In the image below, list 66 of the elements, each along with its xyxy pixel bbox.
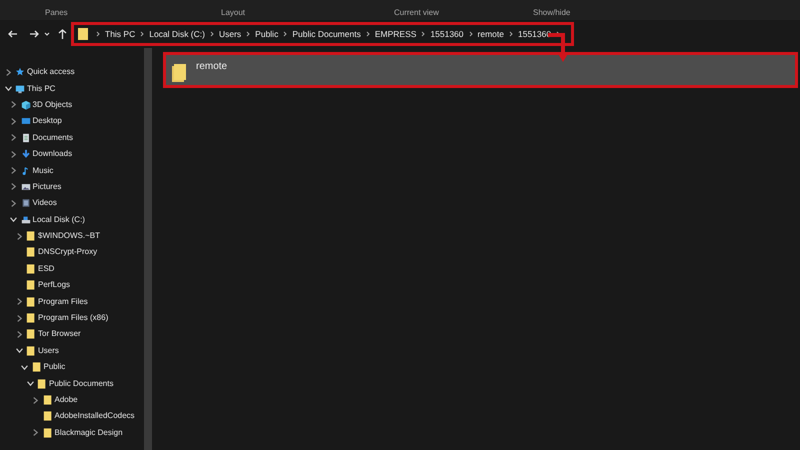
- video-icon: [20, 198, 30, 208]
- folder-icon: [26, 296, 36, 307]
- folder-icon: [26, 313, 36, 324]
- tree-item[interactable]: DNSCrypt-Proxy: [38, 246, 98, 258]
- forward-icon[interactable]: [29, 29, 39, 39]
- star-icon: [15, 67, 25, 78]
- download-icon: [20, 149, 30, 160]
- breadcrumb[interactable]: Users: [218, 28, 242, 40]
- folder-icon: [26, 247, 36, 258]
- folder-icon: [42, 428, 52, 438]
- document-icon: [20, 132, 30, 143]
- music-note-icon: [20, 166, 30, 176]
- tree-item[interactable]: Public Documents: [49, 378, 114, 390]
- tree-item[interactable]: Local Disk (C:): [32, 214, 85, 226]
- folder-icon: [26, 231, 36, 242]
- cube-icon: [20, 100, 30, 110]
- tree-item[interactable]: AdobeInstalledCodecs: [54, 410, 135, 422]
- tree-item[interactable]: Downloads: [32, 148, 72, 160]
- scrollbar[interactable]: [144, 48, 152, 450]
- folder-icon: [172, 62, 186, 82]
- back-icon[interactable]: [8, 29, 18, 39]
- tree-item[interactable]: Pictures: [32, 180, 62, 193]
- breadcrumb[interactable]: Public: [255, 28, 278, 40]
- tree-item[interactable]: Adobe: [54, 394, 78, 406]
- monitor-icon: [15, 84, 25, 94]
- breadcrumb[interactable]: Public Documents: [292, 28, 361, 40]
- folder-icon: [26, 346, 36, 356]
- tree-item[interactable]: ESD: [38, 262, 54, 275]
- file-item[interactable]: remote: [163, 52, 798, 88]
- folder-icon: [42, 411, 52, 422]
- tree-item[interactable]: This PC: [27, 82, 56, 95]
- tree-item[interactable]: Users: [38, 344, 59, 357]
- tree-item[interactable]: Music: [32, 164, 54, 177]
- tree-item[interactable]: Blackmagic Design: [54, 426, 123, 439]
- breadcrumb[interactable]: 1551360: [430, 28, 464, 40]
- folder-icon: [32, 362, 42, 372]
- folder-icon: [37, 378, 47, 389]
- tree-item[interactable]: PerfLogs: [38, 279, 70, 292]
- folder-icon: [26, 280, 36, 290]
- tree-item[interactable]: Desktop: [32, 115, 62, 128]
- folder-icon: [26, 329, 36, 340]
- breadcrumb[interactable]: EMPRESS: [374, 28, 416, 40]
- folder-icon: [78, 28, 88, 40]
- picture-icon: [20, 182, 30, 192]
- tree-item[interactable]: Videos: [32, 197, 57, 210]
- folder-icon: [42, 395, 52, 405]
- drive-icon: [20, 214, 30, 225]
- ribbon-group-label: Layout: [221, 7, 246, 19]
- tree-item[interactable]: 3D Objects: [32, 98, 72, 111]
- tree-item[interactable]: Documents: [32, 132, 73, 144]
- tree-item[interactable]: Public: [44, 361, 66, 374]
- breadcrumb[interactable]: Local Disk (C:): [149, 28, 205, 40]
- tree-item[interactable]: Quick access: [27, 66, 75, 78]
- dropdown-icon[interactable]: [44, 31, 50, 37]
- breadcrumb[interactable]: This PC: [105, 28, 136, 40]
- up-icon[interactable]: [58, 29, 67, 39]
- tree-item[interactable]: $WINDOWS.~BT: [38, 230, 100, 242]
- folder-icon: [26, 264, 36, 274]
- desktop-icon: [20, 116, 30, 126]
- tree-item[interactable]: Tor Browser: [38, 328, 81, 340]
- ribbon-group-label: Show/hide: [533, 7, 570, 19]
- tree-item[interactable]: Program Files (x86): [38, 312, 108, 324]
- ribbon-group-label: Current view: [394, 7, 439, 19]
- ribbon-group-label: Panes: [45, 7, 68, 19]
- tree-item[interactable]: Program Files: [38, 296, 88, 308]
- breadcrumb[interactable]: remote: [478, 28, 504, 40]
